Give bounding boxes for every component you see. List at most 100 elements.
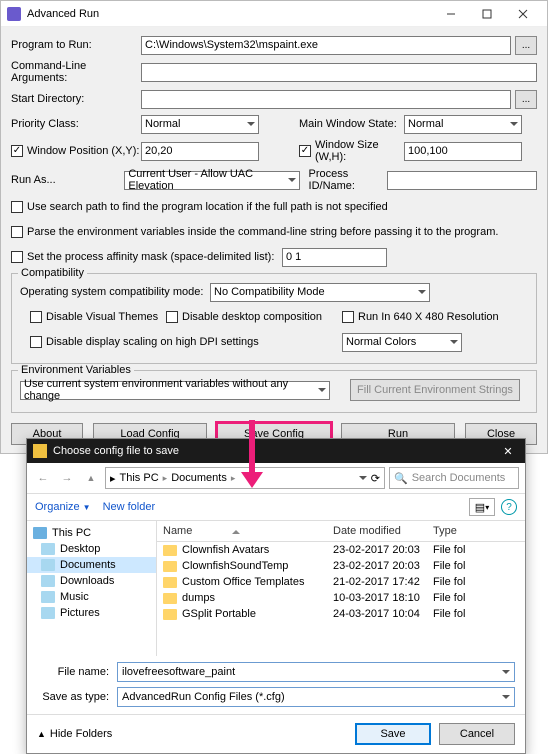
back-button[interactable]: ←: [33, 468, 53, 488]
procid-input[interactable]: [387, 171, 537, 190]
folder-icon: [163, 545, 177, 556]
startdir-input[interactable]: [141, 90, 511, 109]
folder-icon: [33, 444, 47, 458]
file-list: Name Date modified Type Clownfish Avatar…: [157, 521, 525, 656]
tree-downloads[interactable]: Downloads: [27, 573, 156, 589]
runas-select[interactable]: Current User - Allow UAC Elevation: [124, 171, 299, 190]
sort-icon: [232, 530, 240, 534]
chevron-down-icon: [318, 388, 326, 392]
folder-icon: [41, 543, 55, 555]
help-icon[interactable]: ?: [501, 499, 517, 515]
fillenv-button[interactable]: Fill Current Environment Strings: [350, 379, 520, 401]
cancel-button[interactable]: Cancel: [439, 723, 515, 745]
view-button[interactable]: ▤ ▾: [469, 498, 495, 516]
priority-select[interactable]: Normal: [141, 115, 259, 134]
program-input[interactable]: [141, 36, 511, 55]
folder-icon: [163, 561, 177, 572]
args-label: Command-Line Arguments:: [11, 60, 141, 84]
chevron-down-icon: [502, 695, 510, 699]
disdesk-checkbox[interactable]: [166, 311, 178, 323]
up-button[interactable]: ▲: [81, 468, 101, 488]
saveas-select[interactable]: AdvancedRun Config Files (*.cfg): [117, 687, 515, 707]
list-item[interactable]: dumps10-03-2017 18:10File fol: [157, 590, 525, 606]
filename-label: File name:: [37, 666, 117, 678]
folder-icon: [163, 609, 177, 620]
hide-folders-toggle[interactable]: ▲ Hide Folders: [37, 728, 112, 740]
filename-input[interactable]: ilovefreesoftware_paint: [117, 662, 515, 682]
osmode-select[interactable]: No Compatibility Mode: [210, 283, 430, 302]
breadcrumb[interactable]: ▸ This PC▸ Documents▸ ⟳: [105, 467, 385, 489]
app-icon: [7, 7, 21, 21]
tree-desktop[interactable]: Desktop: [27, 541, 156, 557]
wpos-checkbox[interactable]: [11, 145, 23, 157]
searchpath-checkbox[interactable]: [11, 201, 23, 213]
pc-icon: [33, 527, 47, 539]
minimize-button[interactable]: [433, 2, 469, 26]
priority-label: Priority Class:: [11, 118, 141, 130]
parseenv-checkbox[interactable]: [11, 226, 23, 238]
list-item[interactable]: ClownfishSoundTemp23-02-2017 20:03File f…: [157, 558, 525, 574]
maximize-button[interactable]: [469, 2, 505, 26]
affinity-checkbox[interactable]: [11, 251, 23, 263]
osmode-label: Operating system compatibility mode:: [20, 286, 210, 298]
refresh-icon[interactable]: ⟳: [371, 472, 380, 485]
forward-button[interactable]: →: [57, 468, 77, 488]
save-button[interactable]: Save: [355, 723, 431, 745]
envmode-select[interactable]: Use current system environment variables…: [20, 381, 330, 400]
titlebar: Advanced Run: [1, 1, 547, 27]
col-date[interactable]: Date modified: [333, 525, 433, 537]
advanced-run-window: Advanced Run Program to Run: ... Command…: [0, 0, 548, 454]
chevron-down-icon: [359, 476, 367, 480]
env-group-title: Environment Variables: [18, 364, 134, 376]
organize-menu[interactable]: Organize ▼: [35, 501, 91, 513]
folder-icon: [41, 575, 55, 587]
list-item[interactable]: GSplit Portable24-03-2017 10:04File fol: [157, 606, 525, 622]
opt1-label: Use search path to find the program loca…: [27, 201, 388, 213]
folder-icon: [41, 607, 55, 619]
folder-icon: [163, 577, 177, 588]
folder-icon: [163, 593, 177, 604]
dialog-close-button[interactable]: ✕: [497, 445, 519, 458]
compat-group: Compatibility Operating system compatibi…: [11, 273, 537, 364]
tree-music[interactable]: Music: [27, 589, 156, 605]
wsize-checkbox[interactable]: [299, 145, 311, 157]
runas-label: Run As...: [11, 174, 124, 186]
wsize-label: Window Size (W,H):: [315, 139, 404, 163]
mws-label: Main Window State:: [299, 118, 404, 130]
opt3-label: Set the process affinity mask (space-del…: [27, 251, 282, 263]
search-input[interactable]: 🔍 Search Documents: [389, 467, 519, 489]
folder-icon: [41, 591, 55, 603]
col-type[interactable]: Type: [433, 525, 519, 537]
program-browse-button[interactable]: ...: [515, 36, 537, 55]
folder-icon: [41, 559, 55, 571]
tree-this-pc[interactable]: This PC: [27, 525, 156, 541]
compat-group-title: Compatibility: [18, 267, 87, 279]
opt2-label: Parse the environment variables inside t…: [27, 226, 498, 238]
env-group: Environment Variables Use current system…: [11, 370, 537, 413]
save-dialog: Choose config file to save ✕ ← → ▲ ▸ Thi…: [26, 438, 526, 754]
mws-select[interactable]: Normal: [404, 115, 522, 134]
procid-label: Process ID/Name:: [309, 168, 387, 192]
wpos-input[interactable]: [141, 142, 259, 161]
disvis-checkbox[interactable]: [30, 311, 42, 323]
saveas-label: Save as type:: [37, 691, 117, 703]
tree-pictures[interactable]: Pictures: [27, 605, 156, 621]
startdir-label: Start Directory:: [11, 93, 141, 105]
close-button[interactable]: [505, 2, 541, 26]
nav-tree: This PC Desktop Documents Downloads Musi…: [27, 521, 157, 656]
col-name[interactable]: Name: [163, 525, 333, 537]
list-item[interactable]: Clownfish Avatars23-02-2017 20:03File fo…: [157, 542, 525, 558]
dialog-titlebar: Choose config file to save ✕: [27, 439, 525, 463]
window-title: Advanced Run: [27, 8, 433, 20]
colors-select[interactable]: Normal Colors: [342, 333, 462, 352]
affinity-input[interactable]: [282, 248, 387, 267]
wsize-input[interactable]: [404, 142, 522, 161]
newfolder-button[interactable]: New folder: [103, 501, 156, 513]
startdir-browse-button[interactable]: ...: [515, 90, 537, 109]
disdpi-checkbox[interactable]: [30, 336, 42, 348]
args-input[interactable]: [141, 63, 537, 82]
chevron-down-icon: [510, 122, 518, 126]
list-item[interactable]: Custom Office Templates21-02-2017 17:42F…: [157, 574, 525, 590]
run640-checkbox[interactable]: [342, 311, 354, 323]
tree-documents[interactable]: Documents: [27, 557, 156, 573]
